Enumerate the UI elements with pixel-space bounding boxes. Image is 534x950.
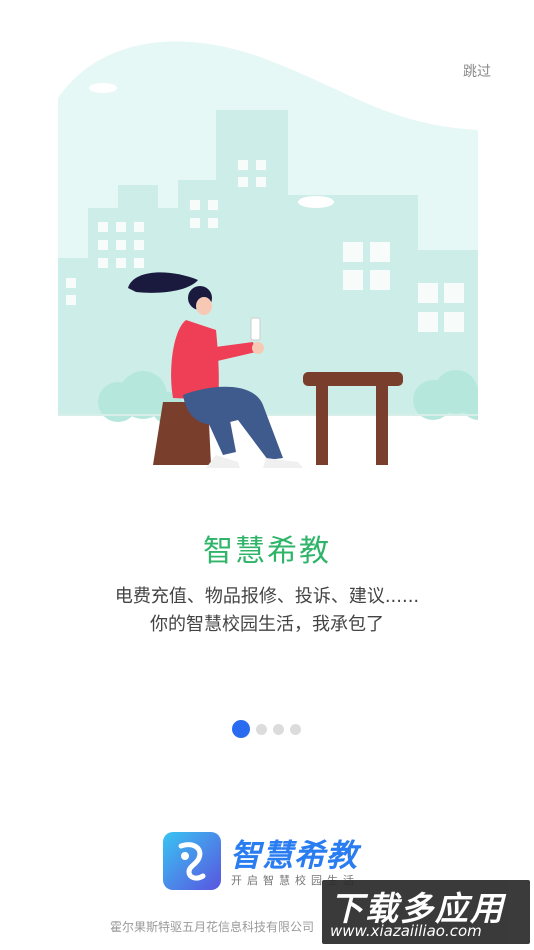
watermark-url: www.xiazaiiliao.com (330, 922, 482, 940)
onboarding-illustration (58, 41, 478, 468)
page-dot[interactable] (256, 723, 267, 735)
feature-title: 智慧希教 (203, 534, 331, 569)
app-logo-icon (163, 832, 221, 890)
page-dot[interactable] (290, 723, 301, 735)
page-indicator (232, 720, 307, 738)
page-dot[interactable] (273, 723, 284, 735)
watermark: 下载多应用 www.xiazaiiliao.com (322, 880, 530, 944)
company-name: 霍尔果斯特驱五月花信息科技有限公司 (110, 920, 315, 934)
page-dot-active[interactable] (232, 720, 250, 738)
brand-name: 智慧希教 (230, 838, 358, 874)
feature-description-line2: 你的智慧校园生活，我承包了 (150, 614, 384, 635)
feature-description-line1: 电费充值、物品报修、投诉、建议...... (114, 586, 420, 607)
